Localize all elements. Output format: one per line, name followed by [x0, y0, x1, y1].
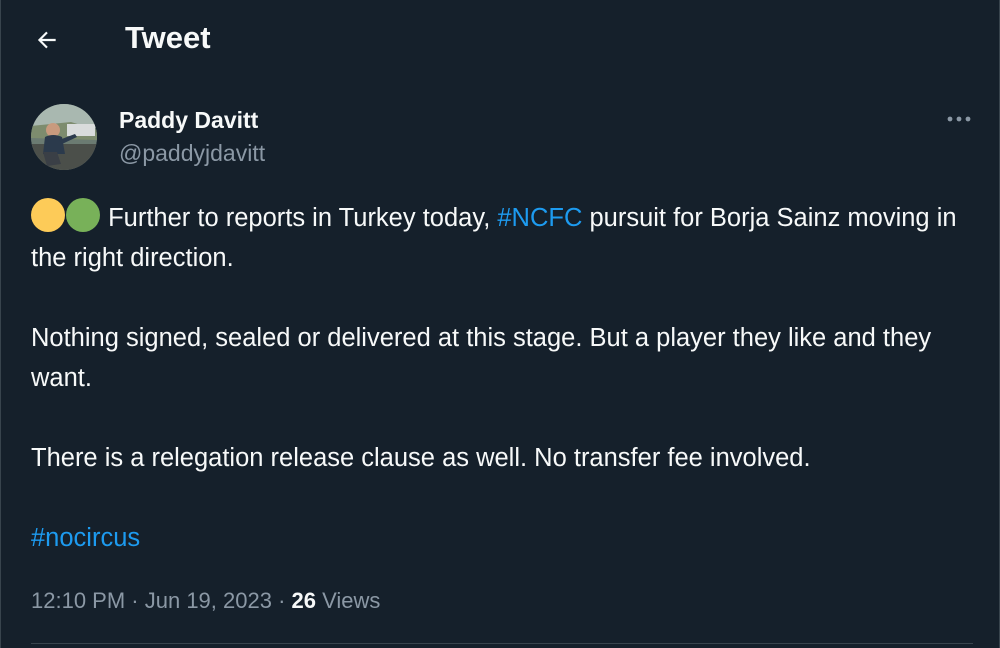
- tweet-paragraph-3: There is a relegation release clause as …: [31, 444, 811, 472]
- author-handle[interactable]: @paddyjdavitt: [119, 139, 265, 167]
- page-title: Tweet: [125, 20, 211, 55]
- green-circle-emoji-icon: [66, 198, 100, 232]
- hashtag-link-ncfc[interactable]: #NCFC: [497, 204, 582, 232]
- yellow-circle-emoji-icon: [31, 198, 65, 232]
- ellipsis-horizontal-icon: [947, 116, 971, 122]
- profile-photo-icon: [31, 104, 97, 170]
- arrow-left-icon: [37, 31, 56, 49]
- views-count: 26: [291, 588, 317, 613]
- hashtag-link-nocircus[interactable]: #nocircus: [31, 524, 140, 552]
- back-button[interactable]: [27, 20, 67, 60]
- tweet-paragraph-1: Further to reports in Turkey today, #NCF…: [31, 198, 966, 278]
- meta-separator: ·: [271, 588, 292, 613]
- tweet-paragraph-2: Nothing signed, sealed or delivered at t…: [31, 324, 932, 392]
- avatar[interactable]: [31, 104, 97, 170]
- views-label: Views: [316, 588, 381, 613]
- divider: [31, 643, 973, 644]
- author-name[interactable]: Paddy Davitt: [119, 106, 258, 134]
- meta-separator: ·: [125, 588, 145, 613]
- top-bar: Tweet: [1, 0, 999, 78]
- more-options-button[interactable]: [939, 104, 979, 134]
- tweet-text: Further to reports in Turkey today, #NCF…: [31, 198, 966, 558]
- tweet-meta: 12:10 PM · Jun 19, 2023 · 26 Views: [31, 585, 380, 617]
- tweet-date[interactable]: Jun 19, 2023: [145, 588, 272, 613]
- tweet-text-segment: Further to reports in Turkey today,: [101, 204, 498, 232]
- tweet-time[interactable]: 12:10 PM: [31, 588, 125, 613]
- tweet-detail-page: Tweet Paddy Davitt @paddyjdavitt Further…: [0, 0, 1000, 648]
- tweet-paragraph-4: #nocircus: [31, 518, 966, 558]
